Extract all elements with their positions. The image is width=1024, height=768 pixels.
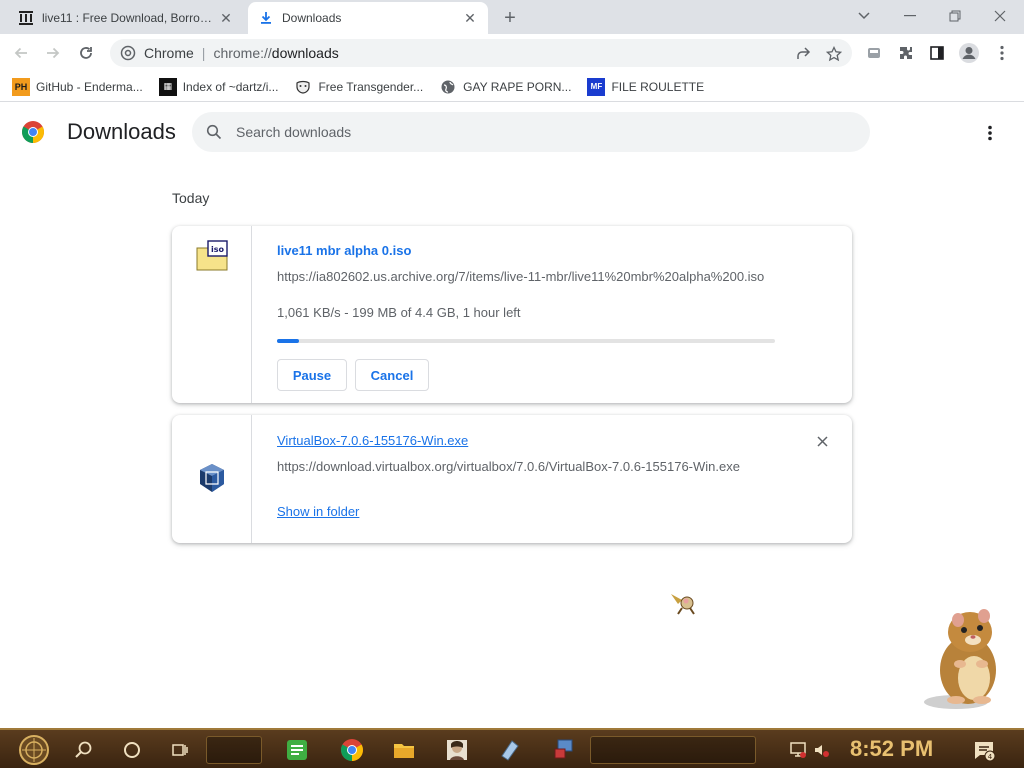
notes-app-icon[interactable] [494, 734, 526, 766]
page-title: Downloads [67, 119, 176, 144]
taskbar-empty-slot [206, 736, 262, 764]
tab-internet-archive[interactable]: live11 : Free Download, Borrow, and Stre… [8, 2, 244, 34]
reload-button[interactable] [73, 40, 99, 66]
downloads-header: Downloads [0, 103, 1024, 161]
bookmark-star-icon[interactable] [825, 45, 843, 63]
date-section-label: Today [172, 190, 210, 206]
taskbar-clock[interactable]: 8:52 PM [850, 736, 933, 762]
chrome-site-icon [120, 45, 136, 61]
close-icon[interactable]: ✕ [218, 10, 234, 26]
download-card: VirtualBox-7.0.6-155176-Win.exe https://… [172, 415, 852, 543]
bookmark-index-dartz[interactable]: ▦ Index of ~dartz/i... [158, 75, 278, 99]
address-bar[interactable]: Chrome | chrome://downloads [110, 39, 852, 67]
forward-button[interactable] [40, 40, 66, 66]
volume-muted-icon[interactable] [806, 734, 838, 766]
chrome-menu-icon[interactable] [991, 42, 1013, 64]
notification-center-icon[interactable]: 4 [968, 734, 1000, 766]
download-icon [258, 10, 274, 26]
bookmark-github[interactable]: PH GitHub - Enderma... [12, 75, 143, 99]
portrait-app-icon[interactable] [441, 734, 473, 766]
taskbar: 8:52 PM 4 [0, 728, 1024, 768]
close-window-icon[interactable] [980, 4, 1020, 28]
download-card: iso live11 mbr alpha 0.iso https://ia802… [172, 226, 852, 403]
site-label: Chrome [144, 45, 194, 61]
start-button[interactable] [10, 734, 58, 766]
tab-strip: live11 : Free Download, Borrow, and Stre… [0, 0, 1024, 34]
network-app-icon[interactable] [548, 734, 580, 766]
download-progress-bar [277, 339, 775, 343]
share-icon[interactable] [794, 45, 812, 63]
download-icon-column: iso [172, 226, 252, 403]
tab-downloads[interactable]: Downloads ✕ [248, 2, 488, 34]
extensions-icon[interactable] [895, 42, 917, 64]
cancel-button[interactable]: Cancel [355, 359, 429, 391]
animated-cursor-icon [671, 594, 695, 615]
new-tab-button[interactable]: + [498, 6, 522, 30]
file-explorer-icon[interactable] [388, 734, 420, 766]
url-text: chrome://downloads [213, 45, 339, 61]
tab-title: Downloads [282, 11, 342, 25]
search-downloads-bar[interactable] [192, 112, 870, 152]
hamster-desktop-pet [924, 609, 996, 709]
ph-icon: PH [12, 77, 30, 96]
progress-fill [277, 339, 299, 343]
globe-icon [439, 78, 457, 96]
download-status: 1,061 KB/s - 199 MB of 4.4 GB, 1 hour le… [277, 305, 521, 320]
mf-icon: MF [587, 77, 606, 96]
task-view-icon[interactable] [166, 734, 194, 766]
search-input[interactable] [236, 124, 836, 140]
remove-download-icon[interactable] [812, 431, 832, 451]
file-source-url[interactable]: https://ia802602.us.archive.org/7/items/… [277, 269, 764, 284]
bookmark-free-transgender[interactable]: Free Transgender... [294, 75, 423, 99]
profile-avatar[interactable] [958, 42, 980, 64]
side-panel-icon[interactable] [926, 42, 948, 64]
pause-button[interactable]: Pause [277, 359, 347, 391]
media-icon[interactable] [863, 42, 885, 64]
search-icon[interactable] [70, 734, 98, 766]
toolbar: Chrome | chrome://downloads [0, 34, 1024, 72]
bookmarks-bar: PH GitHub - Enderma... ▦ Index of ~dartz… [0, 72, 1024, 102]
bookmark-file-roulette[interactable]: MF FILE ROULETTE [587, 75, 704, 99]
restore-icon[interactable] [935, 4, 975, 28]
tab-search-icon[interactable] [844, 4, 884, 28]
bookmark-globe[interactable]: GAY RAPE PORN... [439, 75, 571, 99]
more-actions-icon[interactable] [978, 121, 1002, 145]
show-in-folder-link[interactable]: Show in folder [277, 504, 359, 519]
file-source-url[interactable]: https://download.virtualbox.org/virtualb… [277, 459, 740, 474]
virtualbox-icon [200, 464, 224, 492]
file-name-link[interactable]: live11 mbr alpha 0.iso [277, 243, 411, 258]
file-name-link[interactable]: VirtualBox-7.0.6-155176-Win.exe [277, 433, 468, 448]
chrome-logo-icon [22, 121, 44, 143]
notification-count: 4 [988, 753, 993, 761]
chrome-taskbar-icon[interactable] [336, 734, 368, 766]
back-button[interactable] [8, 40, 34, 66]
archive-icon [18, 10, 34, 26]
svg-text:iso: iso [211, 245, 225, 254]
tab-title: live11 : Free Download, Borrow, and Stre… [42, 11, 218, 25]
download-icon-column [172, 415, 252, 543]
spreadsheet-app-icon[interactable] [281, 734, 313, 766]
mask-icon [294, 78, 312, 96]
taskbar-empty-slot [590, 736, 756, 764]
omnibox-separator: | [201, 45, 206, 61]
iso-file-icon: iso [196, 240, 228, 271]
search-icon [204, 122, 224, 142]
pixel-icon: ▦ [158, 77, 177, 96]
minimize-icon[interactable] [890, 4, 930, 28]
close-icon[interactable]: ✕ [462, 10, 478, 26]
cortana-icon[interactable] [118, 734, 146, 766]
